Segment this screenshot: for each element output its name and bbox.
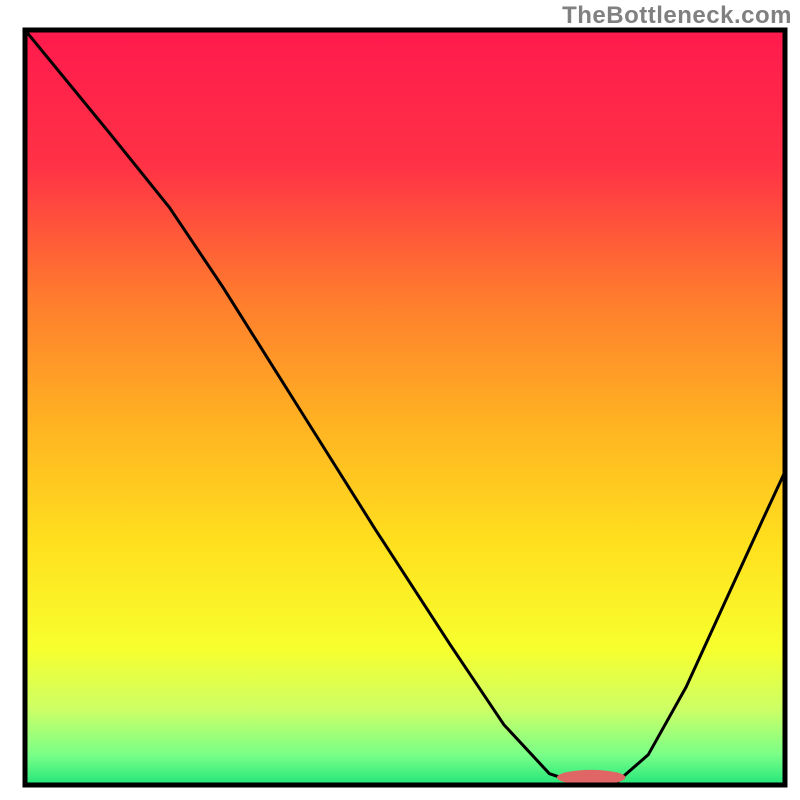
watermark-text: TheBottleneck.com [562,2,792,30]
chart-stage: TheBottleneck.com [0,0,800,800]
gradient-background [25,30,785,785]
bottleneck-chart [0,0,800,800]
